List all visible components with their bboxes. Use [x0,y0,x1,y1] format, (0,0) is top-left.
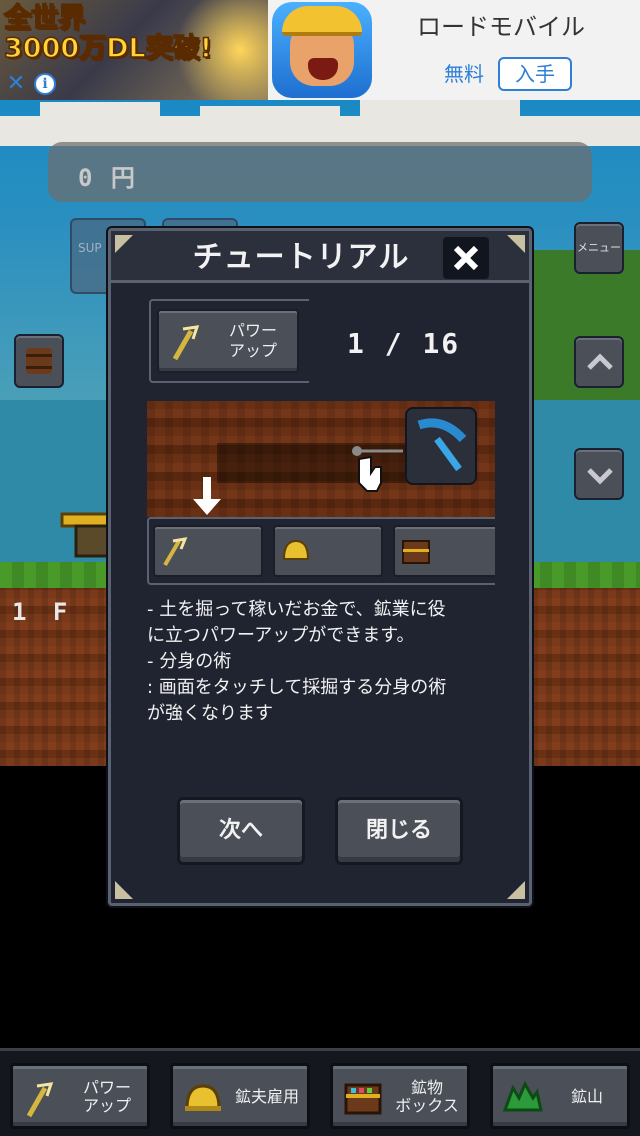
nav-hire-button[interactable]: 鉱夫雇用 [170,1063,310,1129]
ad-app-icon[interactable] [272,2,372,98]
chest-icon [344,1083,382,1115]
ad-info-icon[interactable]: i [34,73,56,95]
ad-banner[interactable]: 全世界 3000万DL突破! ✕ i ロードモバイル 無料 入手 [0,0,640,100]
ad-headline: 全世界 3000万DL突破! [3,3,213,65]
demo-tab-hire [273,525,383,577]
demo-tab-power-up [153,525,263,577]
corner-ornament-icon [115,235,133,253]
helmet-icon [185,1084,221,1111]
nav-mine-button[interactable]: 鉱山 [490,1063,630,1129]
chevron-up-icon [587,353,613,370]
scroll-up-button[interactable] [574,336,624,388]
page-total: 16 [422,327,461,360]
nav-mineral-box-button[interactable]: 鉱物 ボックス [330,1063,470,1129]
description-line: に立つパワーアップができます。 [147,625,415,646]
nav-mine-label: 鉱山 [570,1087,603,1106]
tab-power-up[interactable]: パワー アップ [157,309,299,373]
helmet-icon [282,6,362,36]
cloud [360,100,520,140]
menu-button[interactable]: メニュー [574,222,624,274]
helmet-icon [282,539,310,560]
nav-power-up-label: パワー アップ [82,1078,131,1115]
tap-hand-icon [352,446,403,492]
description-line: : 画面をタッチして採掘する分身の術 [147,677,447,698]
pickaxe-icon [417,418,467,472]
page-separator: / [384,327,404,360]
tutorial-description: - 土を掘って稼いだお金で、鉱業に役 に立つパワーアップができます。 - 分身の… [147,597,503,727]
demo-tab-bar [147,517,495,585]
corner-ornament-icon [507,881,525,899]
nav-hire-label: 鉱夫雇用 [234,1087,299,1106]
corner-ornament-icon [507,235,525,253]
bottom-nav: パワー アップ 鉱夫雇用 鉱物 ボックス 鉱山 [0,1048,640,1136]
nav-mineral-box-label: 鉱物 ボックス [395,1078,459,1115]
tab-power-up-label: パワー アップ [228,321,277,360]
arrow-down-icon [193,477,221,515]
ad-app-name[interactable]: ロードモバイル [376,12,626,42]
cloud [200,106,340,142]
description-line: が強くなります [147,703,273,724]
page-current: 1 [347,327,366,360]
tutorial-illustration [147,401,495,517]
close-icon [453,245,479,271]
dialog-header: チュートリアル [111,231,529,283]
ad-close-icon[interactable]: ✕ [4,72,28,96]
next-button[interactable]: 次へ [177,797,305,865]
barrel-icon [26,348,52,374]
pickaxe-icon [26,1082,54,1118]
nav-power-up-button[interactable]: パワー アップ [10,1063,150,1129]
mountain-icon [503,1080,543,1112]
ad-price: 無料 [444,62,484,86]
tutorial-dialog: チュートリアル パワー アップ 1 / 16 - 土を掘って稼いだお金で、鉱業に… [108,228,532,906]
page-counter: 1 / 16 [347,327,460,360]
dialog-title: チュートリアル [192,240,410,275]
chest-icon [402,540,430,564]
scroll-down-button[interactable] [574,448,624,500]
description-line: - 土を掘って稼いだお金で、鉱業に役 [147,599,446,620]
ad-artwork[interactable]: 全世界 3000万DL突破! ✕ i [0,0,268,100]
pickaxe-icon [163,537,188,567]
pickaxe-badge [405,407,477,485]
barrel-button[interactable] [14,334,64,388]
pickaxe-icon [172,325,200,361]
chevron-down-icon [587,468,613,485]
dialog-close-button[interactable] [443,237,489,279]
corner-ornament-icon [115,881,133,899]
close-button[interactable]: 閉じる [335,797,463,865]
money-value: 0 円 [78,164,137,192]
floor-label: 1 F [12,598,74,626]
demo-tab-box [393,525,495,577]
description-line: - 分身の術 [147,651,232,672]
cloud [40,102,160,142]
ad-get-button[interactable]: 入手 [498,57,572,91]
